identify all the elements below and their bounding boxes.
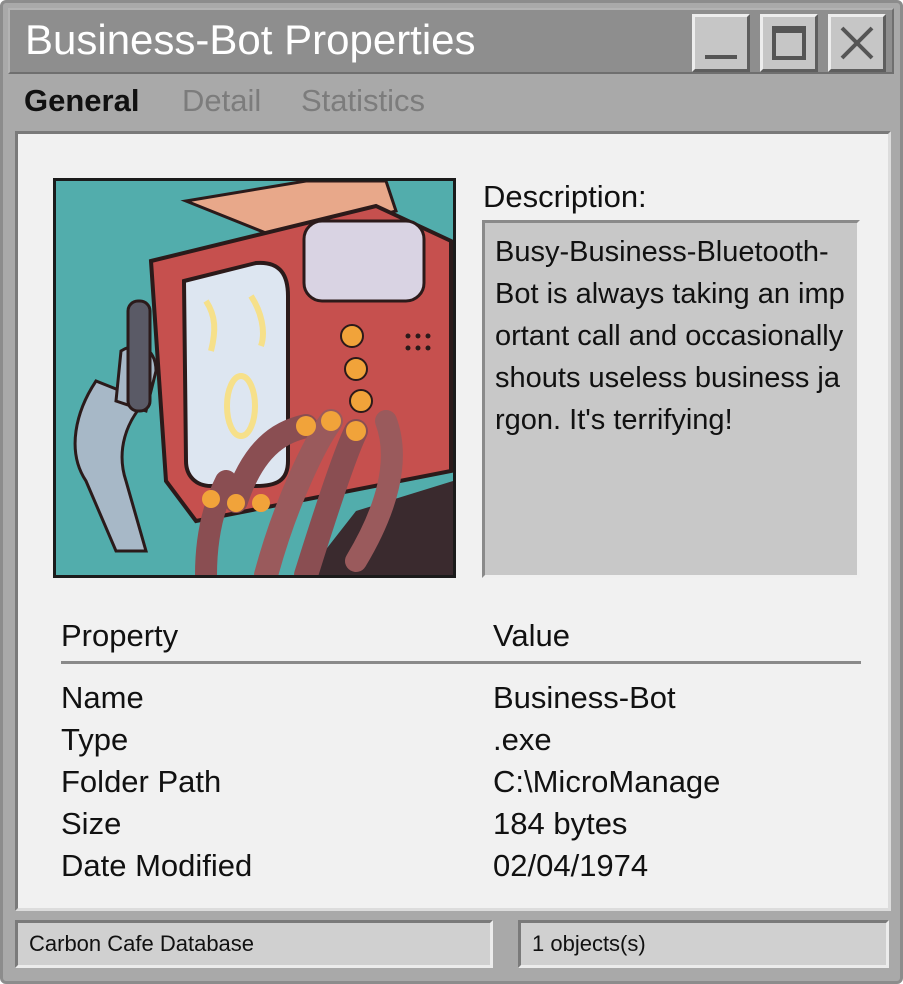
table-row[interactable]: Type .exe [61,722,861,764]
close-icon [840,26,874,60]
description-label: Description: [483,179,647,214]
close-button[interactable] [828,14,886,72]
tab-general[interactable]: General [24,83,139,119]
property-cell: Date Modified [61,848,253,883]
robot-portrait-image [53,178,456,578]
property-cell: Name [61,680,144,715]
table-row[interactable]: Date Modified 02/04/1974 [61,848,861,890]
column-header-property[interactable]: Property [61,618,178,654]
minimize-icon [705,55,737,59]
value-cell: .exe [493,722,552,757]
maximize-button[interactable] [760,14,818,72]
table-row[interactable]: Name Business-Bot [61,680,861,722]
tab-statistics[interactable]: Statistics [301,83,425,119]
maximize-icon [772,26,806,60]
table-row[interactable]: Folder Path C:\MicroManage [61,764,861,806]
robot-illustration [56,181,453,575]
description-textbox[interactable]: Busy-Business-Bluetooth-Bot is always ta… [482,220,860,578]
window-title: Business-Bot Properties [25,16,476,63]
value-cell: Business-Bot [493,680,676,715]
value-cell: 184 bytes [493,806,628,841]
column-header-value[interactable]: Value [493,618,570,654]
status-bar-left: Carbon Cafe Database [15,920,493,968]
status-bar-right: 1 objects(s) [518,920,889,968]
value-cell: C:\MicroManage [493,764,721,799]
title-bar[interactable]: Business-Bot Properties [8,8,894,74]
property-cell: Folder Path [61,764,222,799]
property-cell: Size [61,806,122,841]
minimize-button[interactable] [692,14,750,72]
property-cell: Type [61,722,129,757]
properties-window: Business-Bot Properties General Detail S… [0,0,903,984]
header-divider [61,661,861,664]
table-row[interactable]: Size 184 bytes [61,806,861,848]
value-cell: 02/04/1974 [493,848,649,883]
tab-detail[interactable]: Detail [182,83,261,119]
